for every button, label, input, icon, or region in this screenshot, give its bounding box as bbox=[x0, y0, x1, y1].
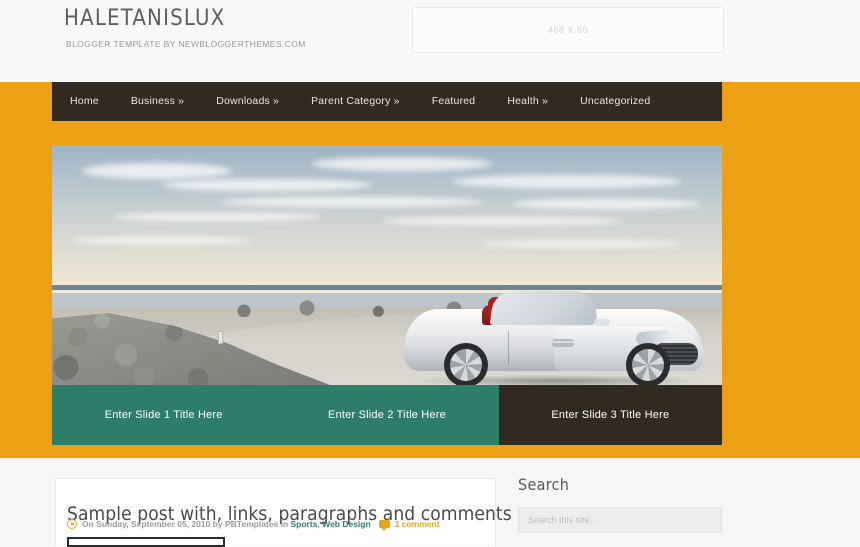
featured-slider: Enter Slide 1 Title Here Enter Slide 2 T… bbox=[52, 145, 722, 445]
nav-item-uncategorized[interactable]: Uncategorized bbox=[564, 82, 666, 121]
slider-image[interactable] bbox=[52, 145, 722, 385]
cloud-shape bbox=[222, 197, 482, 207]
site-header: HALETANISLUX BLOGGER TEMPLATE BY NEWBLOG… bbox=[0, 0, 860, 82]
site-title[interactable]: HALETANISLUX bbox=[64, 6, 225, 31]
road-marker-post bbox=[218, 331, 223, 344]
car-wheel bbox=[626, 343, 670, 385]
slider-caption-tabs: Enter Slide 1 Title Here Enter Slide 2 T… bbox=[52, 385, 722, 445]
search-input[interactable] bbox=[518, 507, 722, 533]
nav-item-business[interactable]: Business » bbox=[115, 82, 200, 121]
nav-item-downloads[interactable]: Downloads » bbox=[200, 82, 295, 121]
cloud-shape bbox=[482, 241, 682, 247]
slide-tab-3[interactable]: Enter Slide 3 Title Here bbox=[498, 385, 722, 445]
post-category-sports[interactable]: Sports bbox=[291, 519, 318, 529]
search-widget-title: Search bbox=[518, 475, 570, 494]
cloud-shape bbox=[162, 179, 372, 191]
sports-car bbox=[404, 283, 704, 385]
cloud-shape bbox=[112, 213, 322, 221]
post-meta: On Sunday, September 05, 2010 by PBTempl… bbox=[67, 519, 440, 531]
cloud-shape bbox=[382, 217, 622, 225]
nav-item-parent-category[interactable]: Parent Category » bbox=[295, 82, 416, 121]
cloud-shape bbox=[512, 199, 702, 209]
car-side-vent bbox=[552, 339, 574, 347]
post-card: Sample post with, links, paragraphs and … bbox=[55, 478, 512, 547]
clock-icon bbox=[67, 519, 77, 529]
ad-banner-placeholder[interactable]: 468 X 60 bbox=[412, 7, 724, 53]
ad-banner-label: 468 X 60 bbox=[547, 25, 589, 35]
slide-tab-1[interactable]: Enter Slide 1 Title Here bbox=[52, 385, 276, 445]
sidebar: Search bbox=[518, 475, 722, 533]
main-navigation: Home Business » Downloads » Parent Categ… bbox=[52, 82, 722, 121]
car-windshield bbox=[489, 291, 601, 325]
nav-item-featured[interactable]: Featured bbox=[416, 82, 492, 121]
car-door-seam bbox=[508, 331, 509, 365]
header-inner: HALETANISLUX BLOGGER TEMPLATE BY NEWBLOG… bbox=[52, 0, 808, 82]
cloud-shape bbox=[312, 157, 492, 171]
cloud-shape bbox=[72, 237, 252, 244]
car-side-mirror bbox=[594, 319, 610, 326]
car-wheel bbox=[444, 343, 488, 385]
cloud-shape bbox=[452, 175, 682, 188]
page-root: HALETANISLUX BLOGGER TEMPLATE BY NEWBLOG… bbox=[0, 0, 860, 547]
post-meta-text: On Sunday, September 05, 2010 by PBTempl… bbox=[82, 519, 289, 529]
nav-item-health[interactable]: Health » bbox=[491, 82, 564, 121]
nav-list: Home Business » Downloads » Parent Categ… bbox=[52, 82, 722, 121]
cloud-shape bbox=[82, 163, 232, 179]
comment-bubble-icon bbox=[378, 520, 390, 531]
post-category-web-design[interactable]: Web Design bbox=[322, 519, 371, 529]
post-comment-count[interactable]: 1 comment bbox=[395, 519, 440, 529]
nav-item-home[interactable]: Home bbox=[52, 82, 115, 121]
site-tagline: BLOGGER TEMPLATE BY NEWBLOGGERTHEMES.COM bbox=[66, 39, 306, 49]
slide-tab-2[interactable]: Enter Slide 2 Title Here bbox=[275, 385, 499, 445]
